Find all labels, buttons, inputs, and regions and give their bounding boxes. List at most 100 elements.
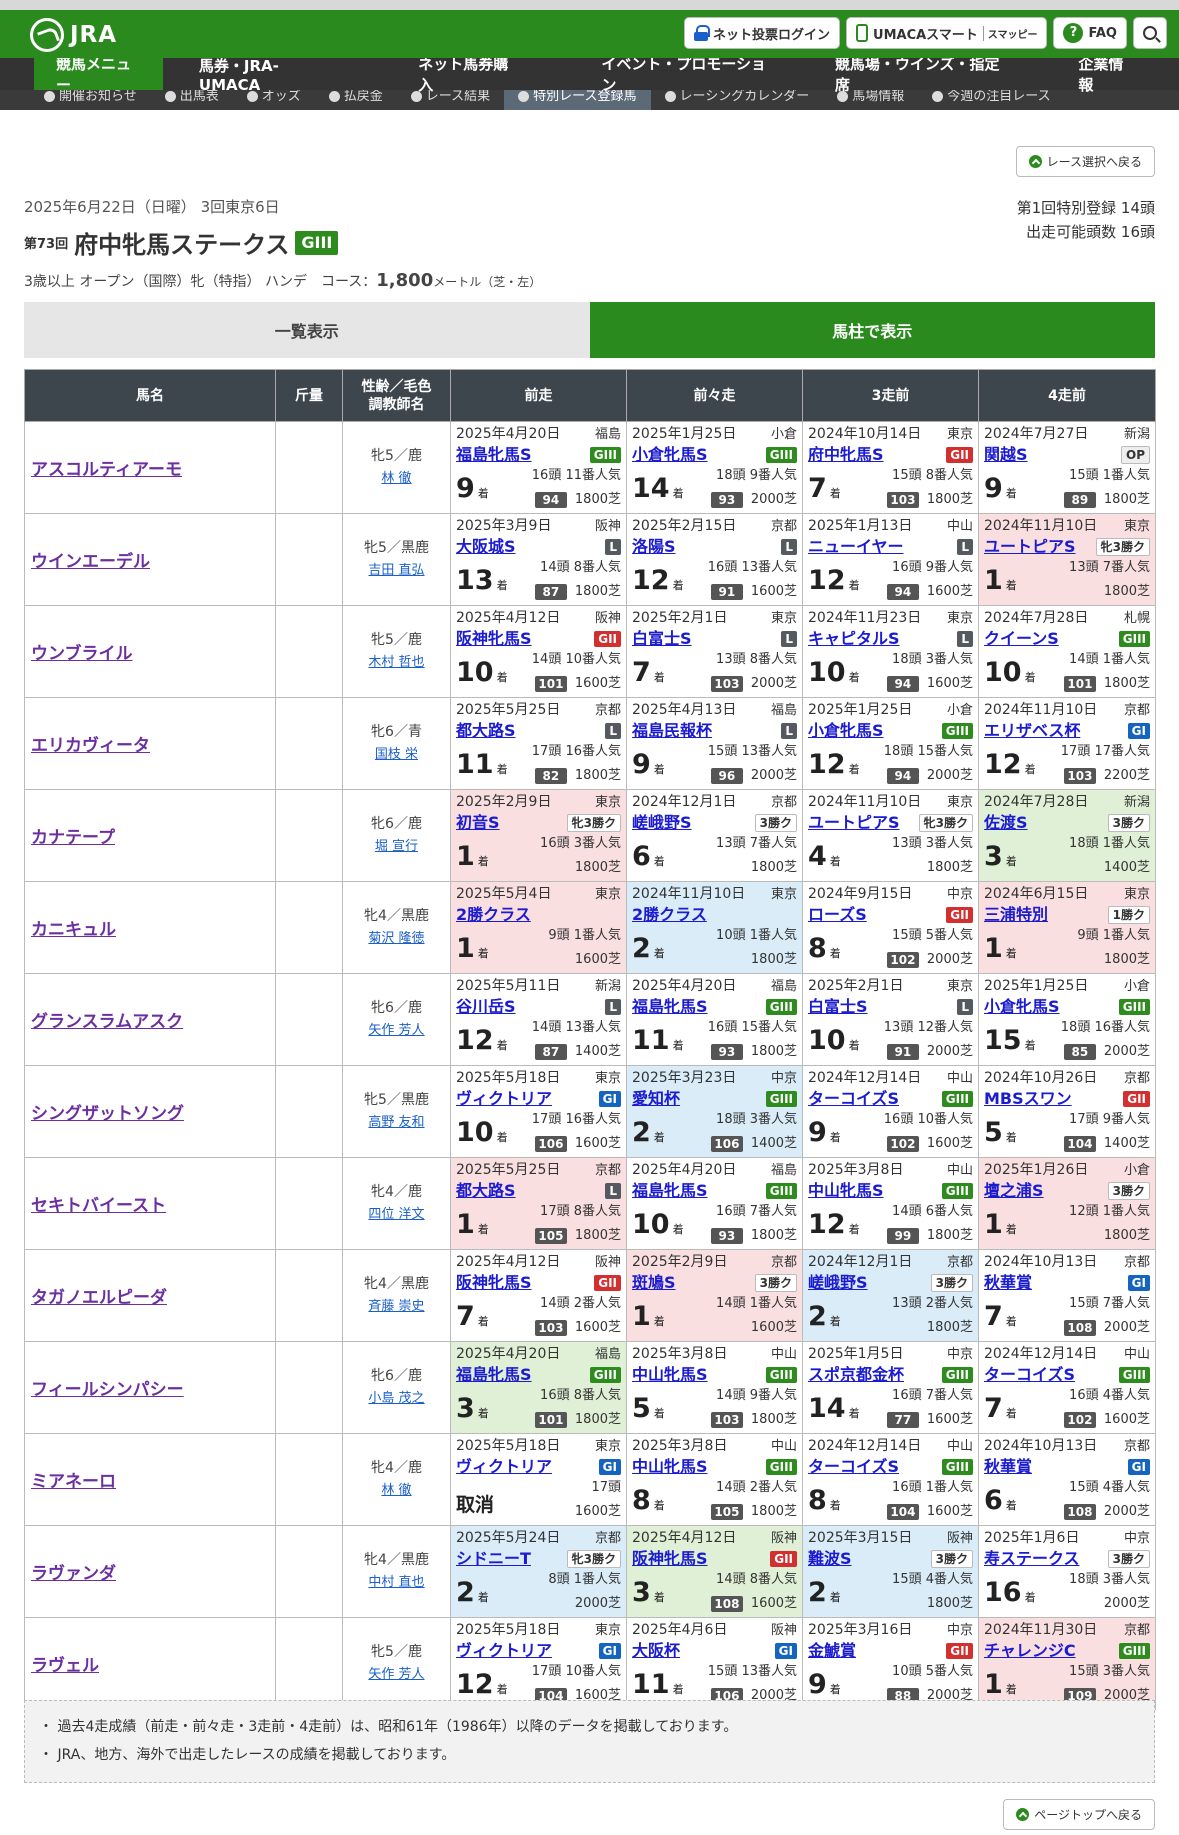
horse-name-link[interactable]: アスコルティアーモ [31, 460, 182, 480]
race-link[interactable]: 福島牝馬S [456, 445, 532, 465]
race-link[interactable]: キャピタルS [808, 629, 900, 649]
nav-baken-umaca[interactable]: 馬券・JRA-UMACA [163, 57, 368, 94]
race-link[interactable]: ユートピアS [808, 813, 900, 833]
trainer-link[interactable]: 四位 洋文 [368, 1207, 424, 1222]
race-link[interactable]: シドニーT [456, 1549, 531, 1569]
race-link[interactable]: 小倉牝馬S [808, 721, 884, 741]
nav-corporate[interactable]: 企業情報 [1034, 55, 1179, 94]
race-link[interactable]: 福島牝馬S [632, 1181, 708, 1201]
jra-logo[interactable]: JRA [30, 18, 117, 52]
race-link[interactable]: ターコイズS [808, 1089, 899, 1109]
race-link[interactable]: 阪神牝馬S [456, 629, 532, 649]
race-link[interactable]: 金鯱賞 [808, 1641, 856, 1661]
page-top-button[interactable]: ページトップへ戻る [1003, 1799, 1155, 1830]
race-link[interactable]: 2勝クラス [632, 905, 707, 925]
subnav-result[interactable]: レース結果 [397, 90, 504, 110]
race-link[interactable]: チャレンジC [984, 1641, 1076, 1661]
horse-name-link[interactable]: タガノエルピーダ [31, 1288, 167, 1308]
horse-name-link[interactable]: グランスラムアスク [31, 1012, 183, 1032]
tab-column-view[interactable]: 馬柱で表示 [589, 302, 1155, 358]
horse-name-link[interactable]: ウンブライル [31, 644, 133, 664]
faq-button[interactable]: ? FAQ [1053, 17, 1127, 49]
race-link[interactable]: ターコイズS [984, 1365, 1075, 1385]
race-link[interactable]: ユートピアS [984, 537, 1076, 557]
race-link[interactable]: 寿ステークス [984, 1549, 1080, 1569]
race-link[interactable]: 中山牝馬S [632, 1365, 708, 1385]
horse-name-link[interactable]: カナテープ [31, 828, 115, 848]
nav-keiba-menu[interactable]: 競馬メニュー [34, 55, 163, 94]
subnav-odds[interactable]: オッズ [233, 90, 315, 110]
trainer-link[interactable]: 斉藤 崇史 [368, 1299, 424, 1314]
trainer-link[interactable]: 国枝 栄 [375, 747, 418, 762]
race-link[interactable]: ローズS [808, 905, 867, 925]
race-link[interactable]: 白富士S [632, 629, 692, 649]
race-link[interactable]: ヴィクトリア [456, 1457, 552, 1477]
tab-list-view[interactable]: 一覧表示 [24, 302, 590, 358]
race-link[interactable]: 秋華賞 [984, 1273, 1032, 1293]
subnav-chumoku[interactable]: 今週の注目レース [918, 90, 1064, 110]
horse-name-link[interactable]: ウインエーデル [31, 552, 150, 572]
horse-name-link[interactable]: フィールシンパシー [31, 1380, 184, 1400]
horse-name-link[interactable]: カニキュル [31, 920, 116, 940]
trainer-link[interactable]: 高野 友和 [368, 1115, 424, 1130]
race-link[interactable]: 府中牝馬S [808, 445, 884, 465]
race-link[interactable]: エリザベス杯 [984, 721, 1080, 741]
race-link[interactable]: 小倉牝馬S [984, 997, 1060, 1017]
race-link[interactable]: 洛陽S [632, 537, 676, 557]
trainer-link[interactable]: 林 徹 [381, 1483, 411, 1498]
race-link[interactable]: 中山牝馬S [632, 1457, 708, 1477]
trainer-link[interactable]: 堀 宣行 [375, 839, 418, 854]
race-link[interactable]: ヴィクトリア [456, 1089, 552, 1109]
race-link[interactable]: 阪神牝馬S [456, 1273, 532, 1293]
race-link[interactable]: 佐渡S [984, 813, 1028, 833]
race-link[interactable]: 初音S [456, 813, 500, 833]
race-link[interactable]: 阪神牝馬S [632, 1549, 708, 1569]
horse-name-link[interactable]: ラヴァンダ [31, 1564, 116, 1584]
race-link[interactable]: 大阪杯 [632, 1641, 680, 1661]
net-vote-login-button[interactable]: ネット投票ログイン [684, 17, 841, 49]
race-link[interactable]: クイーンS [984, 629, 1059, 649]
trainer-link[interactable]: 矢作 芳人 [368, 1667, 424, 1682]
horse-name-link[interactable]: シングザットソング [31, 1104, 184, 1124]
race-link[interactable]: 福島牝馬S [632, 997, 708, 1017]
trainer-link[interactable]: 菊沢 隆徳 [368, 931, 424, 946]
horse-name-link[interactable]: ミアネーロ [31, 1472, 116, 1492]
trainer-link[interactable]: 吉田 直弘 [368, 563, 424, 578]
subnav-kaisai[interactable]: 開催お知らせ [30, 90, 151, 110]
subnav-haraimodoshi[interactable]: 払戻金 [315, 90, 397, 110]
race-link[interactable]: 愛知杯 [632, 1089, 680, 1109]
race-link[interactable]: 2勝クラス [456, 905, 531, 925]
trainer-link[interactable]: 林 徹 [381, 471, 411, 486]
horse-name-link[interactable]: セキトバイースト [31, 1196, 166, 1216]
race-link[interactable]: ヴィクトリア [456, 1641, 552, 1661]
race-link[interactable]: 難波S [808, 1549, 852, 1569]
nav-event[interactable]: イベント・プロモーション [567, 55, 805, 94]
race-link[interactable]: 中山牝馬S [808, 1181, 884, 1201]
race-link[interactable]: 都大路S [456, 721, 516, 741]
trainer-link[interactable]: 小島 茂之 [368, 1391, 424, 1406]
nav-racecourse[interactable]: 競馬場・ウインズ・指定席 [805, 55, 1035, 94]
race-link[interactable]: 福島牝馬S [456, 1365, 532, 1385]
race-link[interactable]: スポ京都金杯 [808, 1365, 904, 1385]
race-link[interactable]: 三浦特別 [984, 905, 1048, 925]
race-link[interactable]: 嵯峨野S [808, 1273, 868, 1293]
subnav-tokubetsu[interactable]: 特別レース登録馬 [504, 90, 651, 110]
race-link[interactable]: 関越S [984, 445, 1028, 465]
race-link[interactable]: 大阪城S [456, 537, 516, 557]
umaca-smart-button[interactable]: UMACAスマート スマッピー [846, 17, 1048, 49]
trainer-link[interactable]: 木村 哲也 [368, 655, 424, 670]
race-link[interactable]: 福島民報杯 [632, 721, 712, 741]
race-link[interactable]: 嵯峨野S [632, 813, 692, 833]
race-link[interactable]: MBSスワン [984, 1089, 1072, 1109]
back-to-race-select-button[interactable]: レース選択へ戻る [1015, 146, 1155, 177]
subnav-calendar[interactable]: レーシングカレンダー [651, 90, 824, 110]
subnav-baba[interactable]: 馬場情報 [823, 90, 918, 110]
trainer-link[interactable]: 中村 直也 [368, 1575, 424, 1590]
race-link[interactable]: 白富士S [808, 997, 868, 1017]
horse-name-link[interactable]: ラヴェル [31, 1656, 99, 1676]
nav-net-baken[interactable]: ネット馬券購入 [368, 55, 567, 94]
race-link[interactable]: 都大路S [456, 1181, 516, 1201]
search-button[interactable] [1133, 17, 1167, 49]
race-link[interactable]: ニューイヤー [808, 537, 904, 557]
race-link[interactable]: 斑鳩S [632, 1273, 676, 1293]
